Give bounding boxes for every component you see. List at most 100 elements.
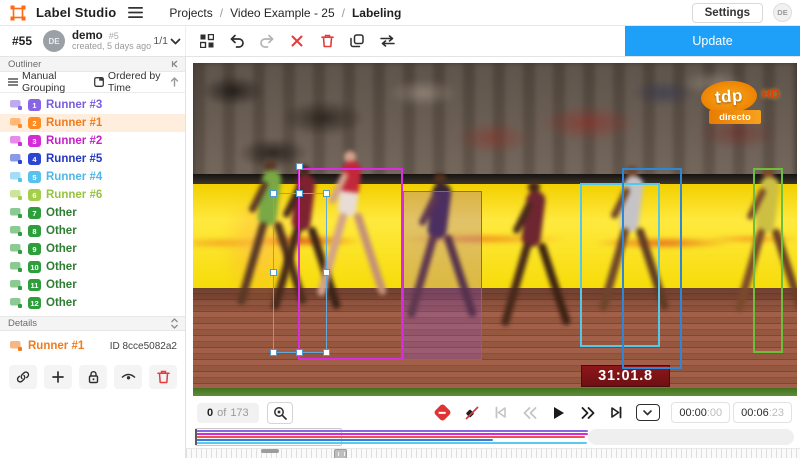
copy-icon — [350, 34, 364, 48]
region-row[interactable]: 11 Other — [0, 276, 185, 294]
frame-indicator-handle[interactable] — [334, 449, 347, 458]
reject-annotation-button[interactable] — [286, 30, 308, 52]
skip-end-icon — [610, 406, 623, 419]
resize-handle-bl[interactable] — [270, 349, 277, 356]
video-controls: 0 of 173 — [186, 397, 800, 428]
region-row[interactable]: 3 Runner #2 — [0, 132, 185, 150]
undo-button[interactable] — [226, 30, 248, 52]
delete-annotation-button[interactable] — [316, 30, 338, 52]
play-button[interactable] — [549, 403, 569, 423]
magnifier-icon — [273, 406, 287, 420]
duration-time-display: 00:06:23 — [733, 402, 792, 423]
trash-icon — [321, 34, 334, 48]
video-region-icon — [9, 340, 23, 352]
annotation-tools — [186, 26, 398, 56]
region-index-badge: 12 — [28, 297, 41, 309]
grid-icon — [200, 34, 214, 48]
resize-handle-tr[interactable] — [323, 190, 330, 197]
selected-region-id: ID 8cce5082a2 — [110, 341, 177, 352]
timeline-playhead[interactable] — [195, 429, 197, 445]
region-row[interactable]: 8 Other — [0, 222, 185, 240]
resize-handle-mr[interactable] — [323, 269, 330, 276]
region-row[interactable]: 5 Runner #4 — [0, 168, 185, 186]
link-icon — [16, 370, 30, 384]
total-frames: 173 — [230, 407, 248, 419]
redo-button[interactable] — [256, 30, 278, 52]
transfer-regions-button[interactable] — [376, 30, 398, 52]
resize-handle-ml[interactable] — [270, 269, 277, 276]
resize-handle-br[interactable] — [323, 349, 330, 356]
lock-region-button[interactable] — [79, 365, 107, 389]
timeline-zoom-button[interactable] — [267, 402, 293, 424]
region-box[interactable] — [753, 168, 783, 353]
grid-view-button[interactable] — [196, 30, 218, 52]
frame-ruler[interactable] — [186, 448, 800, 458]
chevron-down-icon[interactable] — [170, 38, 181, 45]
resize-handle-bc[interactable] — [296, 349, 303, 356]
step-backward-button[interactable] — [520, 403, 540, 423]
region-row[interactable]: 7 Other — [0, 204, 185, 222]
main-menu-button[interactable] — [126, 5, 145, 20]
region-row[interactable]: 10 Other — [0, 258, 185, 276]
region-row[interactable]: 1 Runner #3 — [0, 96, 185, 114]
frame-counter[interactable]: 0 of 173 — [197, 403, 259, 423]
region-box[interactable] — [403, 191, 482, 360]
region-label: Runner #3 — [46, 99, 102, 111]
task-number: #55 — [12, 34, 32, 48]
region-label: Other — [46, 261, 77, 273]
step-forward-button[interactable] — [578, 403, 598, 423]
video-region-icon — [9, 135, 23, 147]
ordering-select[interactable]: Ordered by Time — [94, 70, 166, 94]
region-index-badge: 11 — [28, 279, 41, 291]
playback-controls — [433, 403, 660, 423]
resize-handle-tl[interactable] — [270, 190, 277, 197]
collapse-timeline-button[interactable] — [636, 404, 660, 421]
timeline-track-bar — [195, 433, 588, 435]
x-icon — [291, 35, 303, 47]
video-region-icon — [9, 207, 23, 219]
skip-to-end-button[interactable] — [607, 403, 627, 423]
region-row[interactable]: 9 Other — [0, 240, 185, 258]
update-button[interactable]: Update — [625, 26, 800, 56]
settings-button[interactable]: Settings — [692, 3, 763, 23]
region-index-badge: 6 — [28, 189, 41, 201]
toggle-keyframe-button[interactable] — [433, 403, 453, 423]
delete-region-button[interactable] — [149, 365, 177, 389]
region-row[interactable]: 12 Other — [0, 294, 185, 312]
user-avatar[interactable]: DE — [773, 3, 792, 22]
rotation-handle[interactable] — [296, 163, 303, 170]
annotation-created-text: created, 5 days ago — [72, 42, 146, 52]
link-region-button[interactable] — [9, 365, 37, 389]
selected-region-box[interactable] — [273, 193, 327, 353]
video-canvas[interactable]: tdp HD directo 31:01.8 — [193, 63, 797, 396]
delete-keyframe-button[interactable] — [462, 403, 482, 423]
annotation-number: #5 — [109, 32, 119, 42]
annotation-summary[interactable]: #55 DE demo #5 created, 5 days ago 1/1 — [0, 26, 186, 56]
breadcrumb-project-name[interactable]: Video Example - 25 — [230, 6, 335, 20]
sort-direction-icon[interactable] — [170, 77, 179, 87]
collapse-details-icon[interactable] — [170, 318, 179, 329]
current-frame: 0 — [207, 407, 213, 419]
resize-handle-tc[interactable] — [296, 190, 303, 197]
position-time: 00:00 — [679, 407, 707, 419]
breadcrumb-projects[interactable]: Projects — [169, 6, 212, 20]
skip-start-icon — [494, 406, 507, 419]
region-list: 1 Runner #3 2 Runner #1 3 Runner #2 — [0, 93, 185, 312]
add-relation-button[interactable] — [44, 365, 72, 389]
collapse-panel-icon[interactable] — [171, 60, 179, 68]
region-row[interactable]: 2 Runner #1 — [0, 114, 185, 132]
hide-region-button[interactable] — [114, 365, 142, 389]
ruler-thumb[interactable] — [261, 449, 279, 453]
annotator-avatar: DE — [43, 30, 65, 52]
duplicate-annotation-button[interactable] — [346, 30, 368, 52]
video-region-icon — [9, 297, 23, 309]
video-region-icon — [9, 153, 23, 165]
skip-to-start-button[interactable] — [491, 403, 511, 423]
timeline-track-bar — [195, 430, 588, 432]
grouping-select[interactable]: Manual Grouping — [8, 70, 82, 94]
region-row[interactable]: 6 Runner #6 — [0, 186, 185, 204]
region-box[interactable] — [622, 168, 682, 369]
details-title: Details — [8, 318, 37, 329]
region-row[interactable]: 4 Runner #5 — [0, 150, 185, 168]
regions-timeline[interactable] — [186, 428, 800, 447]
